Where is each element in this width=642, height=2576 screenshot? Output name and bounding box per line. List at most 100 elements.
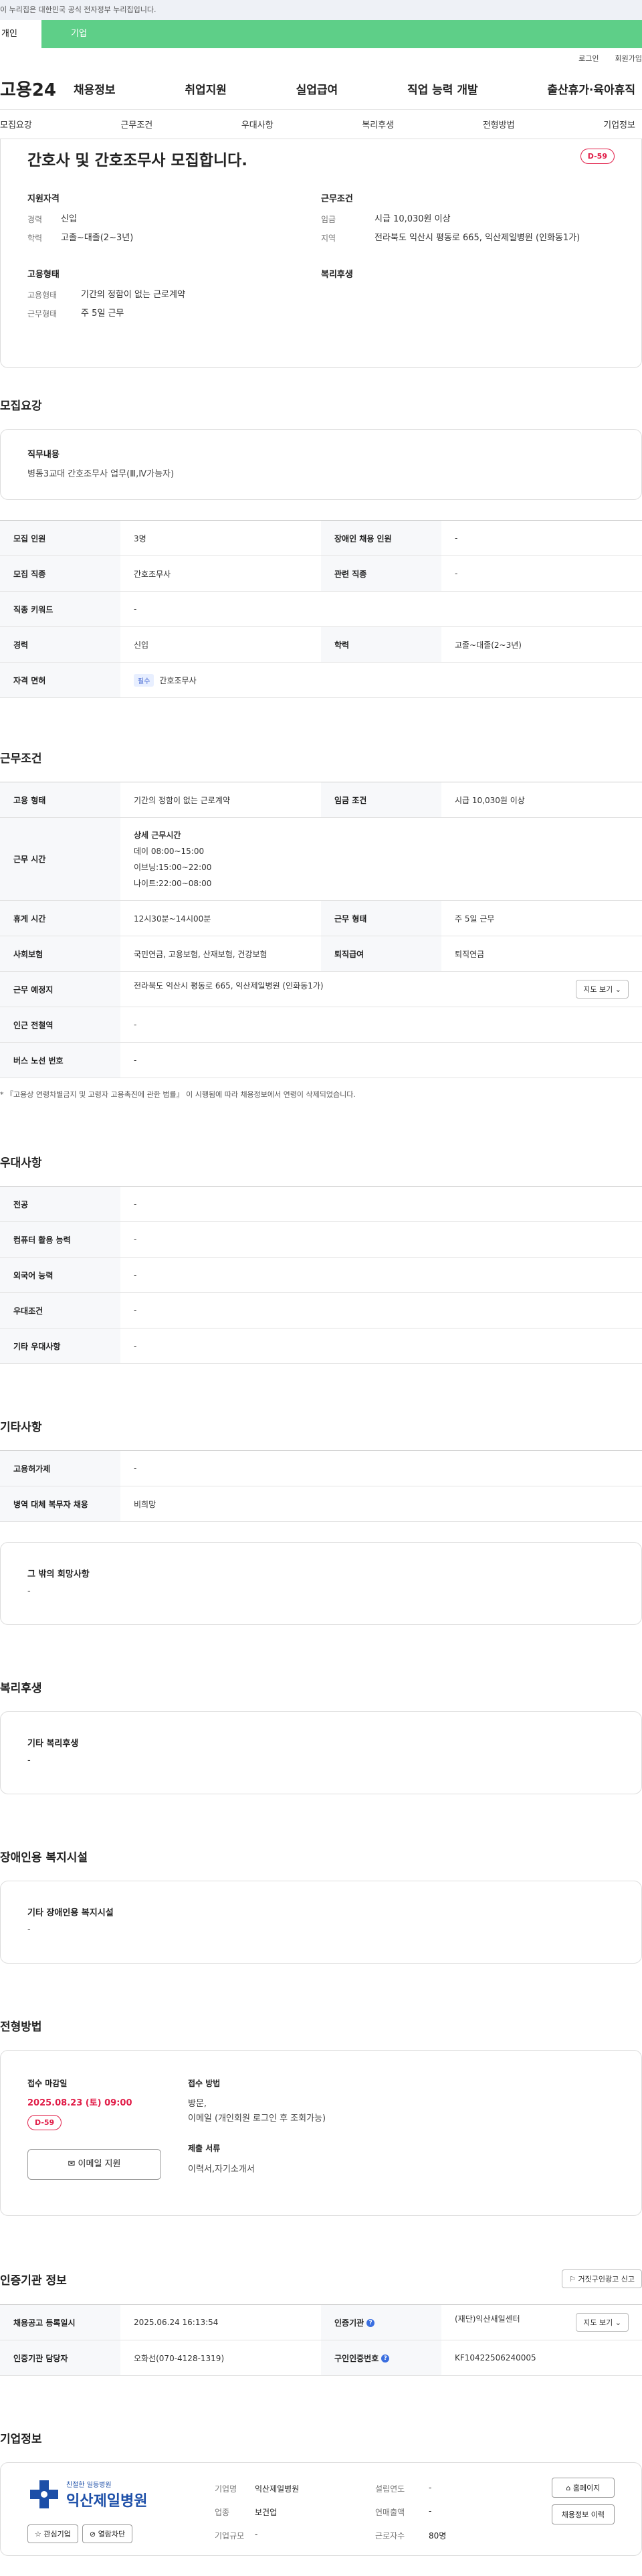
section-title-cert: 인증기관 정보 [0, 2273, 67, 2288]
hospital-cross-icon [30, 2480, 58, 2508]
section-title-method: 전형방법 [0, 2021, 42, 2034]
cell-label: 고용 형태 [0, 782, 120, 818]
help-icon[interactable]: ? [381, 2354, 390, 2363]
hours-heading: 상세 근무시간 [134, 830, 181, 840]
summary-heading: 복리후생 [321, 270, 353, 280]
deadline-value: 2025.08.23 (토) 09:00 [27, 2098, 132, 2108]
section-title-company: 기업정보 [0, 2433, 42, 2446]
cell-value: 간호조무사 [120, 555, 321, 592]
help-icon[interactable]: ? [366, 2319, 375, 2327]
required-badge: 필수 [134, 673, 154, 687]
mail-icon: ✉ [68, 2159, 76, 2169]
logo-name: 익산제일병원 [66, 2492, 148, 2510]
gnb-item-unemployment-benefit[interactable]: 실업급여 [296, 80, 338, 97]
table-row: 모집 직종 간호조무사 관련 직종 - [0, 555, 642, 592]
value: 기간의 정함이 없는 근로계약 [81, 290, 185, 300]
label: 기업규모 [215, 2531, 245, 2541]
cert-table: 채용공고 등록일시 2025.06.24 16:13:54 인증기관? (재단)… [0, 2304, 642, 2376]
value: - [429, 2506, 432, 2516]
page-title: 간호사 및 간호조무사 모집합니다. [27, 152, 247, 169]
signup-link[interactable]: 회원가입 [615, 53, 642, 64]
summary-grid: 지원자격 경력 신입 학력 고졸~대졸(2~3년) 근무조건 임금 시급 10,030… [27, 191, 615, 327]
cell-label: 인증기관 담당자 [0, 2340, 120, 2376]
summary-heading: 근무조건 [321, 194, 353, 204]
homepage-button[interactable]: ⌂ 홈페이지 [551, 2478, 615, 2498]
login-link[interactable]: 로그인 [578, 53, 599, 64]
table-row: 경력 신입 학력 고졸~대졸(2~3년) [0, 626, 642, 663]
logo-slogan: 친절한 일등병원 [66, 2481, 112, 2489]
label: 업종 [215, 2508, 230, 2517]
gov-banner-text: 이 누리집은 대한민국 공식 전자정부 누리집입니다. [0, 5, 156, 14]
anchor-welfare[interactable]: 복리후생 [362, 118, 394, 131]
favorite-company-button[interactable]: ☆ 관심기업 [27, 2524, 78, 2543]
docs-heading: 제출 서류 [188, 2144, 221, 2153]
cell-label: 기타 우대사항 [0, 1328, 120, 1364]
hours-night: 나이트:22:00~08:00 [134, 878, 212, 888]
cell-value: 국민연금, 고용보험, 산재보험, 건강보험 [120, 936, 321, 972]
company-actions: ☆ 관심기업 ⊘ 열람차단 [27, 2524, 133, 2543]
cell-value: - [120, 1042, 642, 1078]
welfare-card: 기타 복리후생 - [0, 1711, 642, 1794]
cell-label: 전공 [0, 1186, 120, 1222]
cell-label: 학력 [321, 626, 441, 663]
company-logo-text: 친절한 일등병원 익산제일병원 [66, 2479, 147, 2510]
cell-value: KF10422506240005 [441, 2340, 642, 2376]
label: 임금 [321, 215, 336, 224]
anchor-company[interactable]: 기업정보 [603, 118, 635, 131]
anchor-work[interactable]: 근무조건 [120, 118, 152, 131]
gnb-item-jobs[interactable]: 채용정보 [74, 80, 116, 97]
cell-label: 근무 형태 [321, 900, 441, 936]
cell-label: 인증기관? [321, 2304, 441, 2340]
table-row: 근무 예정지 전라북도 익산시 평동로 665, 익산제일병원 (인화동1가) 지… [0, 971, 642, 1007]
gnb-item-employment-support[interactable]: 취업지원 [185, 80, 227, 97]
report-fake-ad-button[interactable]: ⚐ 거짓구인광고 신고 [562, 2269, 642, 2288]
hope-heading: 그 밖의 희망사항 [27, 1569, 90, 1579]
cell-value: 비희망 [120, 1486, 642, 1522]
anchor-recruit[interactable]: 모집요강 [0, 118, 32, 131]
section-title-other: 기타사항 [0, 1421, 42, 1434]
cell-value: 3명 [120, 520, 321, 556]
cell-value: 필수 간호조무사 [120, 662, 642, 698]
job-history-button[interactable]: 채용정보 이력 [551, 2504, 615, 2524]
gnb-item-parental-leave[interactable]: 출산휴가·육아휴직 [547, 80, 635, 97]
label: 근로자수 [375, 2531, 405, 2541]
cell-value: - [120, 1007, 642, 1043]
docs-value: 이력서,자기소개서 [188, 2164, 255, 2174]
cell-value: - [120, 1292, 642, 1328]
hours-evening: 이브닝:15:00~22:00 [134, 862, 212, 872]
email-apply-label: 이메일 지원 [78, 2159, 121, 2169]
block-view-button[interactable]: ⊘ 열람차단 [82, 2524, 133, 2543]
label: 연매출액 [375, 2508, 405, 2517]
work-table: 고용 형태 기간의 정함이 없는 근로계약 임금 조건 시급 10,030원 이… [0, 782, 642, 1078]
duty-body: 병동3교대 간호조무사 업무(Ⅲ,Ⅳ가능자) [27, 469, 175, 479]
cell-label: 근무 예정지 [0, 971, 120, 1007]
tab-personal[interactable]: 개인 [0, 20, 41, 48]
cell-label: 장애인 채용 인원 [321, 520, 441, 556]
map-button[interactable]: 지도 보기 ⌄ [576, 980, 629, 999]
table-row: 모집 인원 3명 장애인 채용 인원 - [0, 520, 642, 556]
cell-label: 경력 [0, 626, 120, 663]
deadline-heading: 접수 마감일 [27, 2079, 68, 2088]
hope-body: - [27, 1586, 31, 1596]
label: 근무형태 [27, 309, 58, 319]
cert-map-button[interactable]: 지도 보기 ⌄ [576, 2313, 629, 2332]
favorite-label: 관심기업 [43, 2530, 71, 2539]
cell-label: 관련 직종 [321, 555, 441, 592]
label: 지역 [321, 234, 336, 243]
cert-org-label: 인증기관 [334, 2318, 364, 2328]
cell-label: 퇴직급여 [321, 936, 441, 972]
gnb-menu: 채용정보 취업지원 실업급여 직업 능력 개발 출산휴가·육아휴직 [74, 80, 642, 97]
tab-company[interactable]: 기업 [41, 20, 642, 48]
cell-label: 컴퓨터 활용 능력 [0, 1221, 120, 1258]
table-row: 고용허가제 - [0, 1450, 642, 1486]
chevron-down-icon: ⌄ [615, 985, 621, 994]
company-links: ⌂ 홈페이지 채용정보 이력 [551, 2478, 615, 2524]
gnb-item-training[interactable]: 직업 능력 개발 [407, 80, 478, 97]
label: 기업명 [215, 2484, 237, 2494]
cell-value: - [441, 555, 642, 592]
anchor-prefer[interactable]: 우대사항 [241, 118, 274, 131]
email-apply-button[interactable]: ✉ 이메일 지원 [27, 2149, 161, 2180]
summary-row: 지역 전라북도 익산시 평동로 665, 익산제일병원 (인화동1가) [321, 232, 615, 244]
anchor-method[interactable]: 전형방법 [483, 118, 515, 131]
site-logo[interactable]: 고용24 [0, 76, 74, 101]
